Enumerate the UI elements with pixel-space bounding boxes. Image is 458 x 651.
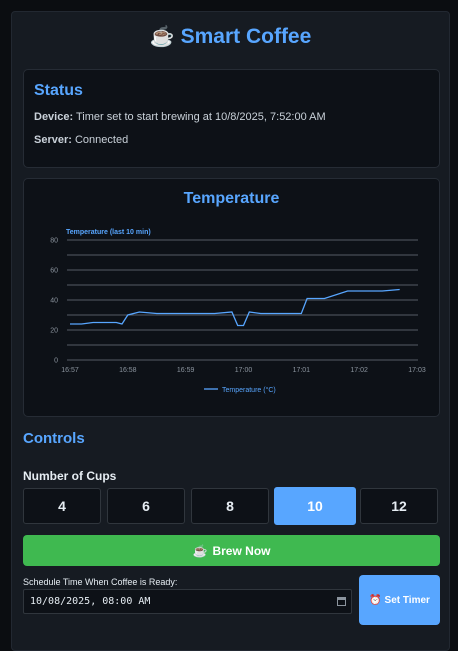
cups-label: Number of Cups [23, 469, 117, 483]
x-tick-label: 16:57 [61, 367, 79, 374]
set-timer-label: Set Timer [384, 594, 430, 606]
y-tick-label: 40 [50, 298, 58, 305]
page-title-text: Smart Coffee [180, 25, 312, 48]
status-heading: Status [34, 82, 83, 99]
x-tick-label: 16:58 [119, 367, 137, 374]
server-status: Server: Connected [34, 134, 128, 146]
coffee-cup-icon: ☕ [192, 543, 208, 558]
device-status: Device: Timer set to start brewing at 10… [34, 111, 326, 123]
y-tick-label: 80 [50, 238, 58, 245]
set-timer-button[interactable]: ⏰ Set Timer [359, 575, 440, 625]
schedule-value: 10/08/2025, 08:00 AM [30, 596, 151, 607]
alarm-clock-icon: ⏰ [369, 594, 382, 606]
y-tick-label: 60 [50, 268, 58, 275]
controls-heading: Controls [23, 430, 85, 447]
chart-title: Temperature (last 10 min) [66, 229, 151, 236]
x-tick-label: 16:59 [177, 367, 195, 374]
server-value: Connected [74, 134, 129, 146]
cups-option-4[interactable]: 4 [23, 488, 101, 524]
temperature-card: Temperature 0 20 40 60 80 16:57 16:58 16:59 17:… [23, 178, 440, 417]
device-label: Device: [34, 111, 74, 123]
chart-legend: Temperature (°C) [204, 386, 276, 394]
brew-now-button[interactable]: ☕ Brew Now [23, 535, 440, 566]
y-tick-label: 20 [50, 328, 58, 335]
cups-option-6[interactable]: 6 [107, 488, 185, 524]
brew-now-label: Brew Now [212, 543, 271, 558]
x-tick-label: 17:01 [293, 367, 311, 374]
cups-option-8[interactable]: 8 [191, 488, 269, 524]
page-title: ☕ Smart Coffee [12, 24, 449, 54]
schedule-datetime-input[interactable]: 10/08/2025, 08:00 AM [23, 589, 352, 614]
x-tick-label: 17:03 [408, 367, 426, 374]
calendar-icon[interactable] [337, 597, 346, 606]
cups-option-10[interactable]: 10 [274, 487, 356, 525]
coffee-cup-icon: ☕ [149, 26, 175, 48]
app-container: ☕ Smart Coffee Status Device: Timer set t… [11, 11, 450, 651]
y-tick-label: 0 [54, 358, 58, 365]
temperature-series-line [70, 288, 400, 327]
x-tick-label: 17:00 [235, 367, 253, 374]
legend-label: Temperature (°C) [222, 386, 276, 394]
status-card: Status Device: Timer set to start brewin… [23, 69, 440, 168]
schedule-label: Schedule Time When Coffee is Ready: [23, 577, 178, 587]
x-tick-label: 17:02 [350, 367, 368, 374]
cups-option-12[interactable]: 12 [360, 488, 438, 524]
temperature-chart: 0 20 40 60 80 16:57 16:58 16:59 17:00 17:01 17:02… [50, 229, 426, 394]
server-label: Server: [34, 134, 72, 146]
device-value: Timer set to start brewing at 10/8/2025,… [76, 111, 326, 123]
